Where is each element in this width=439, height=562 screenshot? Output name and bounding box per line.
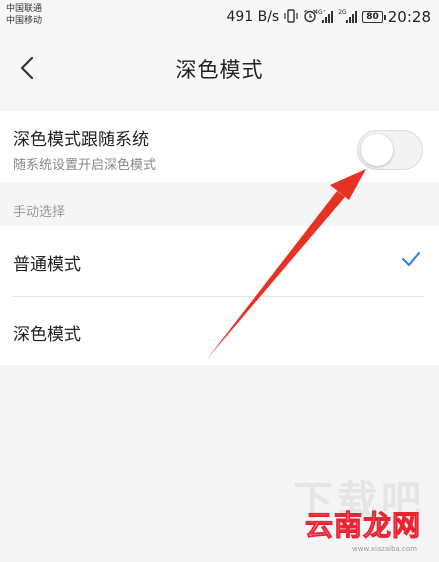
signal-2g-icon: 2G [338, 9, 358, 23]
page-title: 深色模式 [175, 58, 264, 82]
network-speed: 491 B/s [226, 9, 280, 25]
clock: 20:28 [387, 8, 431, 26]
follow-system-subtitle: 随系统设置开启深色模式 [13, 158, 157, 173]
follow-system-toggle[interactable] [357, 130, 423, 170]
watermark-url: www.xiazaiba.com [352, 545, 417, 553]
battery-icon: 80 [362, 11, 386, 23]
carrier-2: 中国移动 [6, 16, 43, 26]
option-dark-mode[interactable]: 深色模式 [0, 296, 439, 365]
status-bar: 中国联通 中国移动 491 B/s 4G⁺ 2G 80 20:28 [0, 0, 439, 34]
carrier-1: 中国联通 [6, 4, 43, 14]
option-label: 深色模式 [13, 325, 81, 345]
divider [13, 296, 424, 297]
checkmark-icon [402, 252, 420, 266]
network-tag-2g: 2G [338, 9, 347, 16]
watermark-logo: 云南龙网 [304, 509, 421, 543]
signal-4g-icon: 4G⁺ [314, 9, 334, 23]
network-tag-4g: 4G⁺ [314, 9, 326, 16]
option-normal-mode[interactable]: 普通模式 [0, 226, 439, 295]
follow-system-title: 深色模式跟随系统 [13, 130, 149, 150]
option-label: 普通模式 [13, 255, 81, 275]
manual-section-label: 手动选择 [13, 205, 66, 220]
carrier-info: 中国联通 中国移动 [6, 3, 42, 27]
app-header: 深色模式 [0, 34, 439, 102]
vibrate-icon [284, 8, 298, 26]
status-icons: 491 B/s 4G⁺ 2G 80 20:28 [226, 7, 431, 27]
toggle-knob [361, 134, 393, 166]
